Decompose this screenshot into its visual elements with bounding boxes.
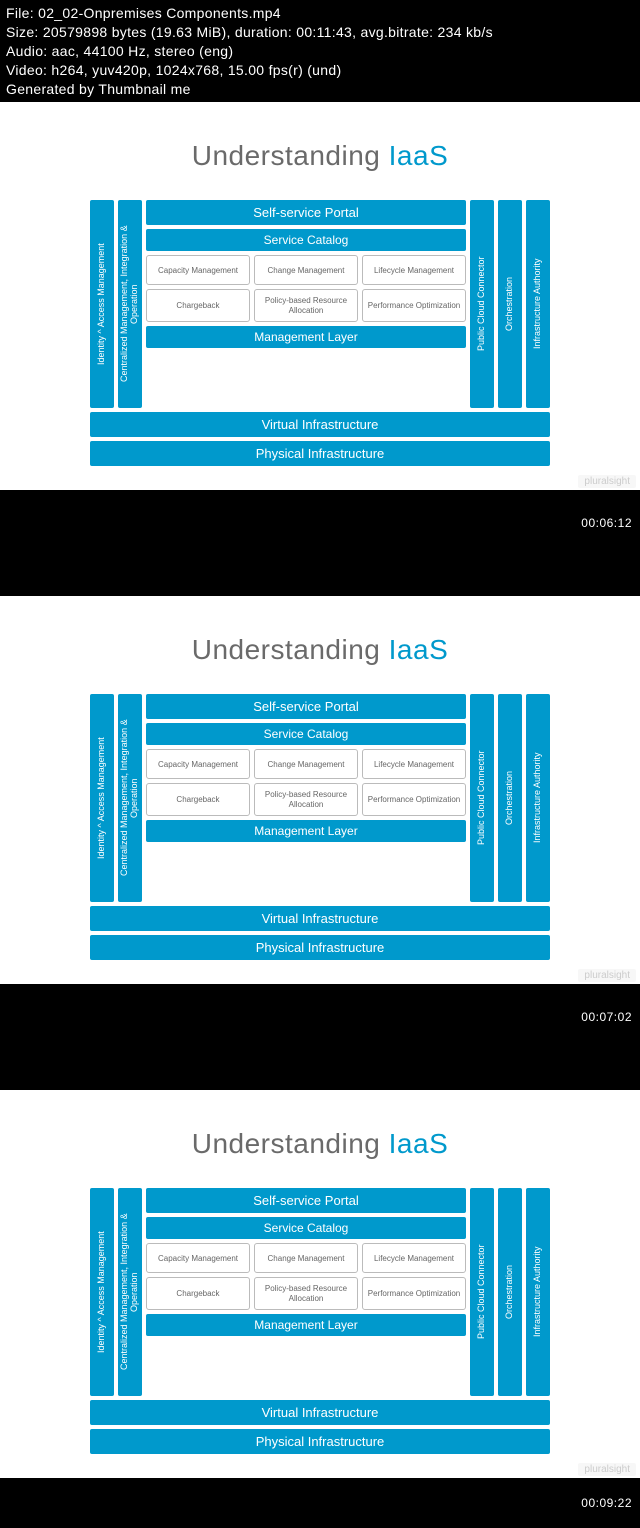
metadata-header: File: 02_02-Onpremises Components.mp4 Si… — [0, 0, 640, 102]
bar-physical-infra: Physical Infrastructure — [90, 1429, 550, 1454]
right-bar-infra-authority: Infrastructure Authority — [526, 694, 550, 902]
box-change: Change Management — [254, 749, 358, 779]
bar-self-service: Self-service Portal — [146, 1188, 466, 1213]
box-capacity: Capacity Management — [146, 749, 250, 779]
thumbnail-frame: Understanding IaaS Identity ^ Access Man… — [0, 1060, 640, 1478]
bar-service-catalog: Service Catalog — [146, 229, 466, 251]
bar-service-catalog: Service Catalog — [146, 1217, 466, 1239]
box-chargeback: Chargeback — [146, 289, 250, 321]
box-performance: Performance Optimization — [362, 1277, 466, 1309]
box-policy: Policy-based Resource Allocation — [254, 1277, 358, 1309]
thumbnail-frame: Understanding IaaS Identity ^ Access Man… — [0, 566, 640, 984]
slide-title: Understanding IaaS — [70, 140, 570, 172]
left-bar-identity: Identity ^ Access Management — [90, 200, 114, 408]
right-bar-infra-authority: Infrastructure Authority — [526, 200, 550, 408]
bar-self-service: Self-service Portal — [146, 694, 466, 719]
iaas-diagram: Identity ^ Access Management Centralized… — [90, 694, 550, 902]
box-change: Change Management — [254, 255, 358, 285]
watermark: pluralsight — [578, 969, 636, 982]
right-bar-orchestration: Orchestration — [498, 694, 522, 902]
right-bar-cloud-connector: Public Cloud Connector — [470, 694, 494, 902]
box-capacity: Capacity Management — [146, 255, 250, 285]
watermark: pluralsight — [578, 475, 636, 488]
meta-file: File: 02_02-Onpremises Components.mp4 — [6, 4, 634, 23]
timestamp-strip: 00:07:02 — [0, 984, 640, 1060]
meta-size: Size: 20579898 bytes (19.63 MiB), durati… — [6, 23, 634, 42]
meta-audio: Audio: aac, 44100 Hz, stereo (eng) — [6, 42, 634, 61]
right-bar-infra-authority: Infrastructure Authority — [526, 1188, 550, 1396]
right-bar-cloud-connector: Public Cloud Connector — [470, 1188, 494, 1396]
left-bar-centralized: Centralized Management, Integration & Op… — [118, 200, 142, 408]
iaas-diagram: Identity ^ Access Management Centralized… — [90, 1188, 550, 1396]
bar-self-service: Self-service Portal — [146, 200, 466, 225]
left-bar-identity: Identity ^ Access Management — [90, 694, 114, 902]
timestamp: 00:07:02 — [581, 1010, 632, 1024]
bar-virtual-infra: Virtual Infrastructure — [90, 906, 550, 931]
bar-service-catalog: Service Catalog — [146, 723, 466, 745]
box-policy: Policy-based Resource Allocation — [254, 289, 358, 321]
box-lifecycle: Lifecycle Management — [362, 1243, 466, 1273]
slide-title: Understanding IaaS — [70, 1128, 570, 1160]
right-bar-orchestration: Orchestration — [498, 200, 522, 408]
timestamp-strip: 00:09:22 — [0, 1478, 640, 1528]
box-lifecycle: Lifecycle Management — [362, 255, 466, 285]
watermark: pluralsight — [578, 1463, 636, 1476]
bar-management: Management Layer — [146, 326, 466, 348]
box-chargeback: Chargeback — [146, 1277, 250, 1309]
box-chargeback: Chargeback — [146, 783, 250, 815]
box-capacity: Capacity Management — [146, 1243, 250, 1273]
box-policy: Policy-based Resource Allocation — [254, 783, 358, 815]
meta-generator: Generated by Thumbnail me — [6, 80, 634, 99]
box-lifecycle: Lifecycle Management — [362, 749, 466, 779]
bar-virtual-infra: Virtual Infrastructure — [90, 412, 550, 437]
box-performance: Performance Optimization — [362, 783, 466, 815]
bar-management: Management Layer — [146, 820, 466, 842]
slide-title: Understanding IaaS — [70, 634, 570, 666]
bar-physical-infra: Physical Infrastructure — [90, 441, 550, 466]
box-change: Change Management — [254, 1243, 358, 1273]
right-bar-cloud-connector: Public Cloud Connector — [470, 200, 494, 408]
bar-virtual-infra: Virtual Infrastructure — [90, 1400, 550, 1425]
meta-video: Video: h264, yuv420p, 1024x768, 15.00 fp… — [6, 61, 634, 80]
timestamp-strip: 00:06:12 — [0, 490, 640, 566]
iaas-diagram: Identity ^ Access Management Centralized… — [90, 200, 550, 408]
bar-management: Management Layer — [146, 1314, 466, 1336]
thumbnail-frame: Understanding IaaS Identity ^ Access Man… — [0, 102, 640, 490]
right-bar-orchestration: Orchestration — [498, 1188, 522, 1396]
timestamp: 00:09:22 — [581, 1496, 632, 1510]
left-bar-identity: Identity ^ Access Management — [90, 1188, 114, 1396]
box-performance: Performance Optimization — [362, 289, 466, 321]
left-bar-centralized: Centralized Management, Integration & Op… — [118, 1188, 142, 1396]
bar-physical-infra: Physical Infrastructure — [90, 935, 550, 960]
left-bar-centralized: Centralized Management, Integration & Op… — [118, 694, 142, 902]
timestamp: 00:06:12 — [581, 516, 632, 530]
